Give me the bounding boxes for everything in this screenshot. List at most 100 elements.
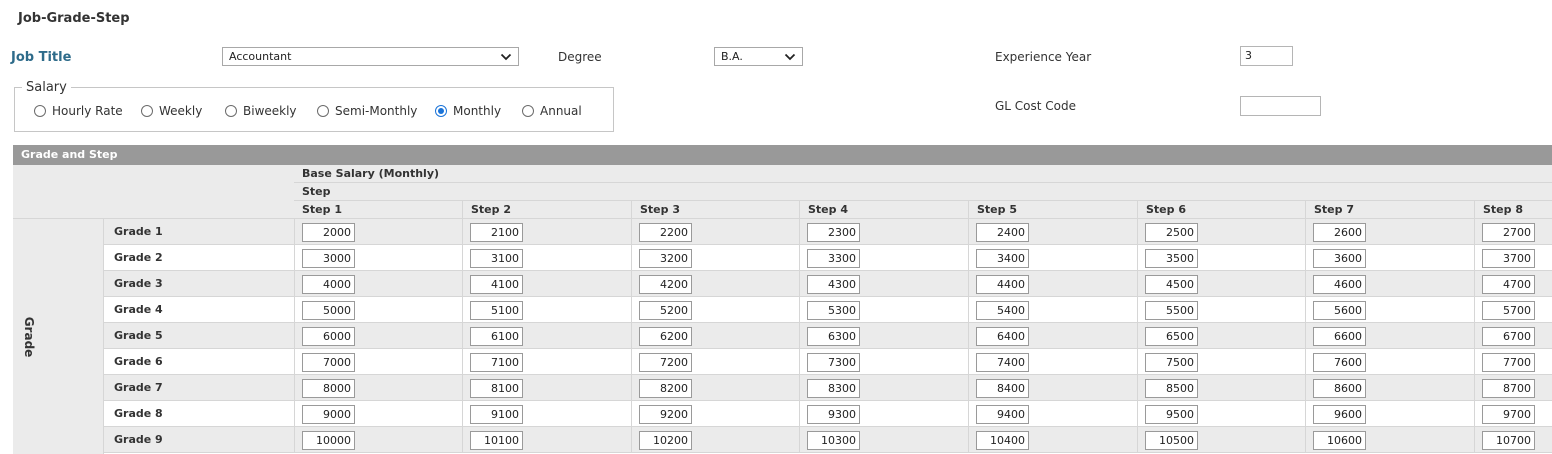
- salary-cell-input[interactable]: 10400: [976, 431, 1029, 450]
- salary-cell-input[interactable]: 2100: [470, 223, 523, 242]
- salary-cell-input[interactable]: 5000: [302, 301, 355, 320]
- salary-cell-input[interactable]: 8100: [470, 379, 523, 398]
- salary-cell-input[interactable]: 6700: [1482, 327, 1535, 346]
- salary-cell-input[interactable]: 4600: [1313, 275, 1366, 294]
- grade-row: Grade 9 10000 10100 10200 10300 10400 10500 106…: [104, 427, 1552, 453]
- salary-cell-input[interactable]: 9600: [1313, 405, 1366, 424]
- salary-cell-input[interactable]: 2700: [1482, 223, 1535, 242]
- salary-cell-input[interactable]: 10700: [1482, 431, 1535, 450]
- degree-select[interactable]: B.A.: [714, 47, 803, 66]
- salary-cell-input[interactable]: 4500: [1145, 275, 1198, 294]
- salary-cell-input[interactable]: 2000: [302, 223, 355, 242]
- salary-cell-input[interactable]: 10300: [807, 431, 860, 450]
- step-header-3: Step 3: [631, 201, 680, 219]
- salary-cell-input[interactable]: 9500: [1145, 405, 1198, 424]
- salary-cell-input[interactable]: 4200: [639, 275, 692, 294]
- salary-cell-input[interactable]: 5700: [1482, 301, 1535, 320]
- salary-cell-input[interactable]: 9100: [470, 405, 523, 424]
- salary-cell-input[interactable]: 3100: [470, 249, 523, 268]
- radio-semi-monthly[interactable]: Semi-Monthly: [317, 104, 417, 118]
- column-divider: [462, 427, 463, 453]
- salary-cell-input[interactable]: 7700: [1482, 353, 1535, 372]
- salary-cell-input[interactable]: 5400: [976, 301, 1029, 320]
- column-divider: [631, 245, 632, 271]
- salary-cell-input[interactable]: 10500: [1145, 431, 1198, 450]
- job-title-select[interactable]: Accountant: [222, 47, 519, 66]
- experience-year-input[interactable]: 3: [1240, 46, 1293, 66]
- salary-cell-input[interactable]: 9000: [302, 405, 355, 424]
- radio-monthly[interactable]: Monthly: [435, 104, 501, 118]
- salary-cell-input[interactable]: 5100: [470, 301, 523, 320]
- salary-cell-input[interactable]: 8600: [1313, 379, 1366, 398]
- salary-cell-input[interactable]: 8200: [639, 379, 692, 398]
- salary-cell-input[interactable]: 7200: [639, 353, 692, 372]
- salary-cell-input[interactable]: 3400: [976, 249, 1029, 268]
- salary-cell-input[interactable]: 10100: [470, 431, 523, 450]
- salary-cell-input[interactable]: 10000: [302, 431, 355, 450]
- radio-label: Annual: [540, 104, 582, 118]
- column-divider: [968, 323, 969, 349]
- salary-cell-input[interactable]: 4000: [302, 275, 355, 294]
- salary-cell-input[interactable]: 4300: [807, 275, 860, 294]
- salary-cell-input[interactable]: 4400: [976, 275, 1029, 294]
- salary-cell-input[interactable]: 7400: [976, 353, 1029, 372]
- column-divider: [631, 271, 632, 297]
- salary-cell-input[interactable]: 4700: [1482, 275, 1535, 294]
- base-salary-header: Base Salary (Monthly): [294, 165, 1552, 183]
- salary-cell-input[interactable]: 3500: [1145, 249, 1198, 268]
- column-divider: [799, 427, 800, 453]
- column-divider: [462, 323, 463, 349]
- salary-cell-input[interactable]: 6000: [302, 327, 355, 346]
- salary-cell-input[interactable]: 6200: [639, 327, 692, 346]
- salary-cell-input[interactable]: 6500: [1145, 327, 1198, 346]
- salary-cell-input[interactable]: 9200: [639, 405, 692, 424]
- salary-cell-input[interactable]: 3600: [1313, 249, 1366, 268]
- salary-cell-input[interactable]: 9700: [1482, 405, 1535, 424]
- salary-cell-input[interactable]: 4100: [470, 275, 523, 294]
- page-title: Job-Grade-Step: [18, 11, 130, 26]
- salary-cell-input[interactable]: 3300: [807, 249, 860, 268]
- salary-cell-input[interactable]: 2200: [639, 223, 692, 242]
- grade-row-label: Grade 6: [114, 355, 163, 368]
- salary-cell-input[interactable]: 5300: [807, 301, 860, 320]
- salary-cell-input[interactable]: 10200: [639, 431, 692, 450]
- salary-cell-input[interactable]: 6300: [807, 327, 860, 346]
- salary-cell-input[interactable]: 6400: [976, 327, 1029, 346]
- column-divider: [1137, 297, 1138, 323]
- salary-cell-input[interactable]: 8300: [807, 379, 860, 398]
- salary-cell-input[interactable]: 7300: [807, 353, 860, 372]
- column-divider: [462, 297, 463, 323]
- salary-cell-input[interactable]: 3000: [302, 249, 355, 268]
- salary-cell-input[interactable]: 2500: [1145, 223, 1198, 242]
- salary-cell-input[interactable]: 5200: [639, 301, 692, 320]
- salary-cell-input[interactable]: 10600: [1313, 431, 1366, 450]
- salary-cell-input[interactable]: 6100: [470, 327, 523, 346]
- salary-cell-input[interactable]: 6600: [1313, 327, 1366, 346]
- salary-cell-input[interactable]: 5500: [1145, 301, 1198, 320]
- salary-cell-input[interactable]: 8700: [1482, 379, 1535, 398]
- salary-cell-input[interactable]: 7000: [302, 353, 355, 372]
- salary-cell-input[interactable]: 9400: [976, 405, 1029, 424]
- radio-annual[interactable]: Annual: [522, 104, 582, 118]
- salary-cell-input[interactable]: 8500: [1145, 379, 1198, 398]
- salary-cell-input[interactable]: 5600: [1313, 301, 1366, 320]
- salary-cell-input[interactable]: 7500: [1145, 353, 1198, 372]
- column-divider: [1474, 297, 1475, 323]
- salary-cell-input[interactable]: 7100: [470, 353, 523, 372]
- radio-selected-icon: [435, 105, 447, 117]
- radio-weekly[interactable]: Weekly: [141, 104, 202, 118]
- salary-cell-input[interactable]: 8000: [302, 379, 355, 398]
- salary-cell-input[interactable]: 7600: [1313, 353, 1366, 372]
- salary-cell-input[interactable]: 8400: [976, 379, 1029, 398]
- gl-cost-code-input[interactable]: [1240, 96, 1321, 116]
- radio-hourly-rate[interactable]: Hourly Rate: [34, 104, 123, 118]
- salary-cell-input[interactable]: 2600: [1313, 223, 1366, 242]
- salary-cell-input[interactable]: 3200: [639, 249, 692, 268]
- salary-cell-input[interactable]: 9300: [807, 405, 860, 424]
- grade-side-header: Grade: [13, 219, 104, 454]
- column-divider: [968, 427, 969, 453]
- salary-cell-input[interactable]: 2300: [807, 223, 860, 242]
- salary-cell-input[interactable]: 2400: [976, 223, 1029, 242]
- radio-biweekly[interactable]: Biweekly: [225, 104, 297, 118]
- salary-cell-input[interactable]: 3700: [1482, 249, 1535, 268]
